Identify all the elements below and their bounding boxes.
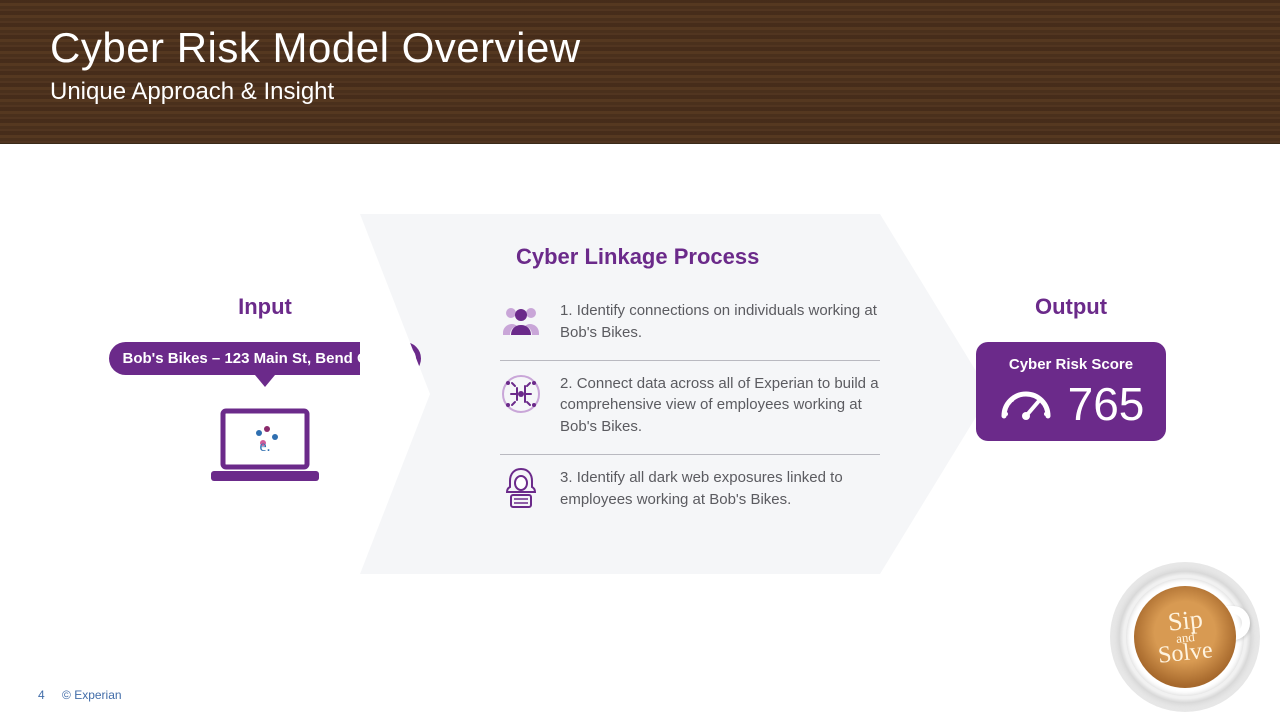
process-section: Cyber Linkage Process 1. Identify connec… <box>500 244 880 526</box>
process-step-1: 1. Identify connections on individuals w… <box>500 288 880 361</box>
process-step-1-text: 1. Identify connections on individuals w… <box>560 300 880 344</box>
output-heading: Output <box>976 294 1166 320</box>
logo-line2: Solve <box>1157 641 1213 666</box>
people-icon <box>500 300 542 342</box>
step-body: Identify all dark web exposures linked t… <box>560 469 843 508</box>
input-pill-text: Bob's Bikes – 123 Main St, Bend OR <box>123 350 380 367</box>
page-title: Cyber Risk Model Overview <box>50 24 1280 72</box>
header: Cyber Risk Model Overview Unique Approac… <box>0 0 1280 144</box>
process-step-3-text: 3. Identify all dark web exposures linke… <box>560 467 880 511</box>
hacker-icon <box>500 467 542 509</box>
page-subtitle: Unique Approach & Insight <box>50 78 1280 106</box>
step-num: 3. <box>560 469 573 486</box>
slide-body: Input Bob's Bikes – 123 Main St, Bend OR <box>0 144 1280 720</box>
sip-and-solve-logo: Sip and Solve <box>1110 562 1260 712</box>
circuit-icon <box>500 373 542 415</box>
copyright: © Experian <box>62 688 122 702</box>
svg-text:e.: e. <box>259 438 270 455</box>
score-value: 765 <box>1068 381 1145 427</box>
step-body: Identify connections on individuals work… <box>560 302 877 341</box>
score-label: Cyber Risk Score <box>992 356 1150 373</box>
output-section: Output Cyber Risk Score 765 <box>976 294 1166 441</box>
process-step-2: 2. Connect data across all of Experian t… <box>500 361 880 455</box>
page-number: 4 <box>38 688 45 702</box>
process-heading: Cyber Linkage Process <box>500 244 880 270</box>
gauge-icon <box>998 382 1054 427</box>
step-num: 2. <box>560 375 573 392</box>
chevron-notch <box>360 214 430 574</box>
process-step-2-text: 2. Connect data across all of Experian t… <box>560 373 880 438</box>
process-step-3: 3. Identify all dark web exposures linke… <box>500 455 880 527</box>
laptop-icon: e. <box>205 407 325 492</box>
footer: 4 © Experian <box>38 688 122 702</box>
step-body: Connect data across all of Experian to b… <box>560 375 879 436</box>
step-num: 1. <box>560 302 573 319</box>
score-card: Cyber Risk Score 765 <box>976 342 1166 441</box>
pill-tail-icon <box>255 375 275 387</box>
